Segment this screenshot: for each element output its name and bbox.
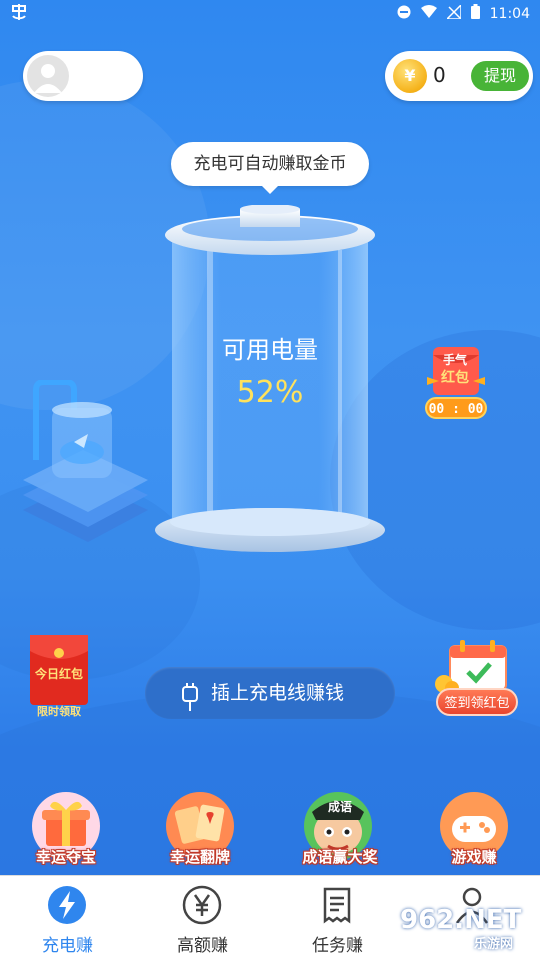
dnd-icon bbox=[397, 5, 411, 23]
wifi-icon bbox=[420, 4, 437, 23]
nav-label: 任务赚 bbox=[312, 936, 363, 956]
daily-redpack-sub: 限时领取 bbox=[37, 705, 81, 718]
daily-redpack-label: 今日红包 bbox=[34, 667, 83, 681]
charging-dock-illustration bbox=[23, 380, 148, 542]
site-watermark: 962.NET 乐游网 bbox=[400, 905, 540, 955]
coin-balance-pill: ¥ 0 提现 bbox=[385, 51, 533, 101]
signin-redpack-widget[interactable]: 签到领红包 bbox=[432, 638, 520, 722]
watermark-text: 962.NET bbox=[400, 905, 522, 935]
charge-tip-bubble: 充电可自动赚取金币 bbox=[171, 142, 369, 194]
game-earn[interactable]: 游戏赚 bbox=[426, 790, 522, 870]
battery-status-icon bbox=[470, 4, 480, 23]
signin-button[interactable]: 签到领红包 bbox=[436, 688, 518, 716]
daily-redpack-widget[interactable]: 今日红包 限时领取 bbox=[30, 635, 90, 720]
game-label: 幸运翻牌 bbox=[169, 848, 230, 866]
nav-high-earn[interactable]: 高额赚 bbox=[135, 876, 270, 960]
shield-app-icon bbox=[10, 3, 28, 25]
idiom-badge: 成语 bbox=[328, 800, 353, 814]
yen-icon bbox=[182, 885, 222, 925]
no-signal-icon bbox=[444, 2, 462, 23]
status-bar: 11:04 bbox=[0, 0, 540, 26]
receipt-icon bbox=[323, 887, 351, 924]
game-label: 游戏赚 bbox=[451, 848, 497, 866]
status-icons: 11:04 bbox=[397, 2, 530, 23]
battery-meter: 可用电量 52% bbox=[150, 204, 390, 560]
withdraw-button[interactable]: 提现 bbox=[471, 61, 529, 91]
avatar[interactable] bbox=[27, 55, 69, 97]
calendar-icon bbox=[435, 640, 507, 694]
status-time: 11:04 bbox=[489, 5, 530, 22]
game-lucky-treasure[interactable]: 幸运夺宝 bbox=[18, 790, 114, 870]
game-idiom-prize[interactable]: 成语 成语赢大奖 bbox=[290, 790, 390, 870]
watermark-sub: 乐游网 bbox=[474, 937, 514, 952]
app-screen: 11:04 ¥ 0 提现 充电可自动赚取金币 可用电量 52% 手气 红包 00… bbox=[0, 0, 540, 960]
game-label: 成语赢大奖 bbox=[302, 848, 378, 866]
plug-icon bbox=[181, 679, 199, 731]
redpack-title-line2: 红包 bbox=[441, 370, 469, 386]
nav-label: 充电赚 bbox=[42, 936, 93, 956]
lucky-redpack-widget[interactable]: 手气 红包 00 : 00 bbox=[425, 345, 491, 423]
plug-in-label: 插上充电线赚钱 bbox=[211, 682, 345, 704]
plug-in-button[interactable]: 插上充电线赚钱 bbox=[145, 667, 395, 719]
nav-charge-earn[interactable]: 充电赚 bbox=[0, 876, 135, 960]
coin-count: 0 bbox=[433, 63, 446, 87]
coin-icon: ¥ bbox=[393, 59, 427, 93]
battery-label: 可用电量 bbox=[222, 336, 318, 364]
nav-task-earn[interactable]: 任务赚 bbox=[270, 876, 405, 960]
profile-pill[interactable] bbox=[23, 51, 143, 101]
redpack-timer: 00 : 00 bbox=[425, 397, 487, 419]
battery-percent: 52% bbox=[236, 375, 304, 410]
person-icon bbox=[34, 64, 62, 93]
nav-label: 高额赚 bbox=[177, 936, 228, 956]
game-label: 幸运夺宝 bbox=[35, 848, 96, 866]
lightning-icon bbox=[48, 886, 86, 924]
redpack-title-line1: 手气 bbox=[443, 353, 468, 367]
game-lucky-flip[interactable]: 幸运翻牌 bbox=[152, 790, 248, 870]
